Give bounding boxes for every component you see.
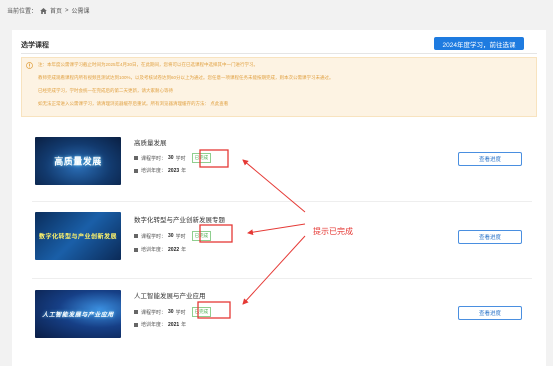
home-icon	[40, 7, 47, 14]
course-item: 数字化转型与产业创新发展 数字化转型与产业创新发展专题 课程学时： 30 学时 …	[21, 203, 537, 279]
course-hours: 课程学时： 30 学时 已完成	[134, 307, 212, 317]
notice-line: 教师完成观看课程内所有视频且测试达到100%，以及考核试卷达到60分以上为通过。…	[38, 75, 334, 80]
section-title: 选学课程	[21, 42, 49, 49]
year-label: 培训年度：	[141, 322, 167, 328]
thumbnail-text: 高质量发展	[54, 156, 102, 167]
year-label: 培训年度：	[141, 247, 167, 253]
hours-value: 30	[168, 155, 174, 161]
course-item: 高质量发展 高质量发展 课程学时： 30 学时 已完成 培训年度： 2023 年…	[21, 128, 537, 204]
course-thumbnail[interactable]: 数字化转型与产业创新发展	[35, 212, 121, 260]
section-divider	[21, 53, 537, 54]
breadcrumb: 当前位置： 首页 > 公需课	[7, 6, 90, 15]
year-value: 2022	[168, 246, 180, 253]
course-hours: 课程学时： 30 学时 已完成	[134, 153, 212, 163]
course-divider	[32, 278, 532, 279]
notice-line[interactable]: 如无法正常进入公需课学习，请清理浏览器缓存后重试。所有浏览器清理缓存的方法： 点…	[38, 101, 228, 107]
thumbnail-text: 人工智能发展与产业应用	[42, 312, 114, 319]
course-title: 数字化转型与产业创新发展专题	[134, 217, 225, 224]
view-progress-button[interactable]: 查看进度	[458, 230, 522, 244]
hours-unit: 学时	[175, 233, 186, 240]
course-title: 高质量发展	[134, 140, 167, 147]
year-label: 培训年度：	[141, 168, 167, 174]
view-progress-button[interactable]: 查看进度	[458, 152, 522, 166]
book-icon	[134, 168, 138, 173]
course-item: 人工智能发展与产业应用 人工智能发展与产业应用 课程学时： 30 学时 已完成 …	[21, 282, 537, 358]
book-icon	[134, 310, 138, 314]
year-value: 2021	[168, 321, 180, 328]
course-title: 人工智能发展与产业应用	[134, 293, 206, 300]
status-badge: 已完成	[191, 153, 212, 163]
course-panel: 选学课程 2024年度学习，前往选课 注：本年度公需课学习截止时间为2025年4…	[12, 30, 546, 366]
breadcrumb-label: 当前位置：	[7, 9, 38, 15]
year-unit: 年	[181, 247, 187, 253]
breadcrumb-home[interactable]: 首页	[50, 6, 62, 15]
breadcrumb-separator: >	[65, 7, 69, 14]
hours-value: 30	[168, 233, 174, 239]
book-icon	[134, 156, 138, 160]
hours-value: 30	[168, 309, 174, 315]
breadcrumb-current: 公需课	[71, 9, 90, 15]
course-year: 培训年度： 2023 年	[134, 167, 186, 174]
select-course-button[interactable]: 2024年度学习，前往选课	[434, 37, 524, 50]
hours-label: 课程学时：	[141, 233, 167, 240]
book-icon	[134, 247, 138, 252]
hours-unit: 学时	[175, 155, 186, 162]
year-unit: 年	[181, 322, 187, 328]
year-value: 2023	[168, 167, 180, 174]
annotation-label: 提示已完成	[313, 227, 353, 236]
status-badge: 已完成	[191, 231, 212, 241]
year-unit: 年	[181, 168, 187, 174]
course-year: 培训年度： 2022 年	[134, 246, 186, 253]
thumbnail-text: 数字化转型与产业创新发展	[38, 234, 117, 241]
view-progress-button[interactable]: 查看进度	[458, 306, 522, 320]
notice-box: 注：本年度公需课学习截止时间为2025年4月30日，在此期间，您将可以在已选课程…	[21, 57, 537, 117]
course-hours: 课程学时： 30 学时 已完成	[134, 231, 212, 241]
hours-label: 课程学时：	[141, 155, 167, 162]
notice-line: 已经完成学习，学时会统一在完成后的第二天更新，请大家耐心等待	[38, 88, 173, 93]
status-badge: 已完成	[191, 307, 212, 317]
book-icon	[134, 234, 138, 238]
hours-label: 课程学时：	[141, 309, 167, 316]
hours-unit: 学时	[175, 309, 186, 316]
course-divider	[32, 201, 532, 202]
notice-line: 注：本年度公需课学习截止时间为2025年4月30日，在此期间，您将可以在已选课程…	[38, 62, 259, 67]
course-thumbnail[interactable]: 高质量发展	[35, 137, 121, 185]
book-icon	[134, 322, 138, 327]
course-thumbnail[interactable]: 人工智能发展与产业应用	[35, 290, 121, 338]
warning-icon	[26, 62, 33, 69]
course-year: 培训年度： 2021 年	[134, 321, 186, 328]
